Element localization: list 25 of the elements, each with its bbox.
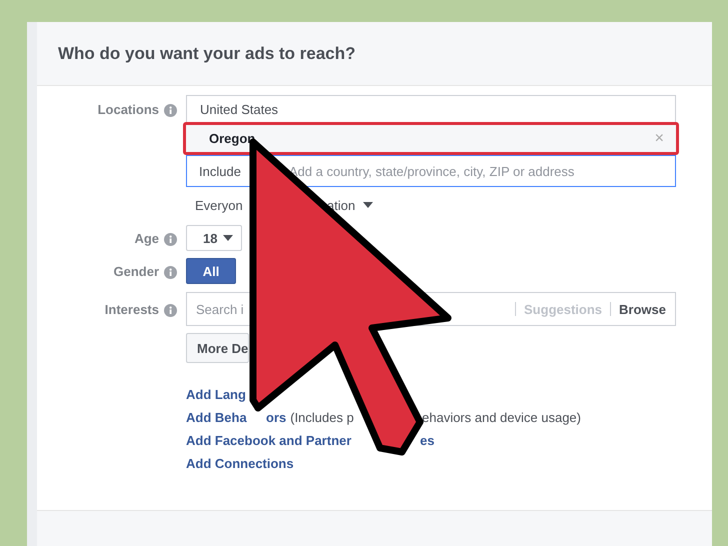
browse-link[interactable]: Browse (619, 302, 666, 316)
caret-icon (223, 235, 234, 241)
link-note: ehaviors and device usage) (422, 410, 581, 424)
field-label: Interests (104, 302, 159, 316)
section-title: Who do you want your ads to reach? (58, 44, 356, 64)
add-link[interactable]: es (420, 432, 434, 448)
info-icon[interactable] (164, 232, 177, 246)
info-icon[interactable] (164, 304, 177, 316)
gender-option[interactable]: All (186, 258, 236, 284)
audience-dropdown[interactable]: Everyon (195, 198, 243, 212)
field-label: Age (134, 230, 159, 246)
caret-icon (363, 202, 374, 208)
add-link[interactable]: ors (266, 410, 286, 424)
field-label: Locations (98, 102, 159, 117)
more-button[interactable]: More De (186, 333, 250, 363)
add-link[interactable]: Add Connections (186, 456, 294, 470)
field-label: Gender (113, 264, 159, 278)
include-dropdown[interactable]: Include (199, 164, 241, 178)
add-link[interactable]: Add Lang (186, 386, 246, 402)
add-link[interactable]: Add Beha (186, 410, 247, 424)
add-link[interactable]: Add Facebook and Partner (186, 432, 352, 448)
age-dropdown[interactable]: 18 (186, 225, 242, 251)
info-icon[interactable] (164, 266, 177, 278)
link-note: (Includes p (290, 410, 354, 424)
info-icon[interactable] (164, 104, 177, 117)
